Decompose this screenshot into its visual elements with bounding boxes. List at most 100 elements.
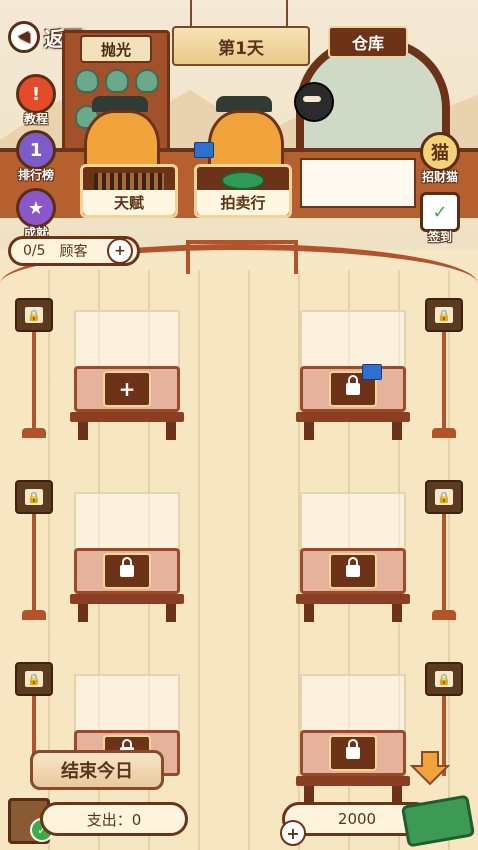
display-slot-4[interactable] — [296, 492, 410, 622]
customer-counter: 0/5 顾客 + — [8, 236, 140, 266]
display-slot-6[interactable] — [296, 674, 410, 804]
pedestal: + — [74, 366, 180, 412]
tutorial-label: 教程 — [23, 112, 48, 126]
jar-icon — [75, 69, 99, 93]
pedestal — [74, 548, 180, 594]
end-day-button[interactable]: 结束今日 — [30, 750, 164, 790]
pedestal — [300, 366, 406, 412]
lantern-foot — [22, 428, 46, 438]
table-top — [296, 594, 410, 604]
trophy-icon: 1 — [16, 130, 56, 170]
table-top — [70, 412, 184, 422]
exclamation-icon: ! — [16, 74, 56, 114]
banner-string — [190, 0, 192, 28]
table-leg — [304, 422, 314, 440]
table-top — [70, 594, 184, 604]
lantern-icon: 🔒 — [15, 480, 53, 514]
star-medal-icon: ★ — [16, 188, 56, 228]
expense-display: 支出：0 — [40, 802, 188, 836]
auction-button[interactable]: 拍卖行 — [194, 164, 292, 218]
glass-case — [74, 492, 180, 556]
lucky-cat-label: 招财猫 — [421, 170, 458, 184]
phone-icon — [194, 142, 214, 158]
ledger-paper — [300, 158, 416, 208]
lock-icon: 🔒 — [25, 307, 43, 323]
lock-icon: 🔒 — [435, 307, 453, 323]
display-slot-2[interactable] — [296, 310, 410, 440]
lantern-right-2: 🔒 — [425, 480, 463, 620]
lantern-left-2: 🔒 — [15, 480, 53, 620]
ninja-eyes — [303, 96, 321, 102]
table-leg — [392, 422, 402, 440]
calendar-check-icon: ✓ — [420, 192, 460, 232]
leaderboard-button[interactable]: 1 排行榜 — [4, 130, 68, 183]
lucky-cat-button[interactable]: 猫 招财猫 — [408, 132, 472, 185]
pedestal — [300, 548, 406, 594]
display-slot-3[interactable] — [70, 492, 184, 622]
glass-case — [300, 492, 406, 556]
day-banner: 第1天 — [172, 26, 310, 66]
tutorial-button[interactable]: ! 教程 — [4, 74, 68, 127]
back-arrow-icon: ◀ — [8, 21, 40, 53]
table-top — [296, 412, 410, 422]
pedestal — [300, 730, 406, 776]
lantern-pole — [32, 514, 36, 610]
jar-icon — [135, 69, 159, 93]
banner-string — [286, 0, 288, 28]
lantern-pole — [32, 332, 36, 428]
jade-icon — [221, 171, 265, 190]
warehouse-button[interactable]: 仓库 — [328, 26, 408, 58]
glass-case — [74, 310, 180, 374]
table-leg — [78, 604, 88, 622]
customer-label: 顾客 — [59, 244, 88, 260]
talent-label: 天赋 — [83, 190, 175, 215]
lock-icon — [329, 735, 377, 771]
ninja-avatar — [294, 82, 334, 122]
display-slot-1[interactable]: + — [70, 310, 184, 440]
glass-case — [74, 674, 180, 738]
checkin-label: 签到 — [427, 230, 452, 244]
abacus-icon — [94, 173, 164, 190]
lock-icon: 🔒 — [435, 671, 453, 687]
lantern-foot — [432, 428, 456, 438]
lantern-left-1: 🔒 — [15, 298, 53, 438]
add-money-button[interactable]: + — [280, 820, 306, 846]
leaderboard-label: 排行榜 — [17, 168, 54, 182]
lantern-icon: 🔒 — [15, 662, 53, 696]
lock-icon: 🔒 — [25, 489, 43, 505]
jar-icon — [105, 69, 129, 93]
checkin-button[interactable]: ✓ 签到 — [408, 192, 472, 245]
table-leg — [166, 422, 176, 440]
glass-case — [300, 674, 406, 738]
lantern-icon: 🔒 — [425, 480, 463, 514]
lantern-icon: 🔒 — [15, 298, 53, 332]
lock-icon: 🔒 — [435, 489, 453, 505]
glass-case — [300, 310, 406, 374]
lock-icon — [103, 553, 151, 589]
down-arrow-icon[interactable] — [410, 750, 450, 786]
lock-icon — [329, 553, 377, 589]
lantern-pole — [442, 332, 446, 428]
video-ad-icon — [362, 364, 382, 380]
lantern-pole — [442, 514, 446, 610]
table-leg — [78, 422, 88, 440]
lock-icon: 🔒 — [25, 671, 43, 687]
table-leg — [166, 604, 176, 622]
auction-label: 拍卖行 — [197, 190, 289, 215]
add-customer-button[interactable]: + — [107, 238, 133, 264]
lucky-cat-icon: 猫 — [420, 132, 460, 172]
table-leg — [304, 604, 314, 622]
lantern-icon: 🔒 — [425, 662, 463, 696]
lantern-foot — [22, 610, 46, 620]
achievement-button[interactable]: ★ 成就 — [4, 188, 68, 241]
table-top — [296, 776, 410, 786]
talent-button[interactable]: 天赋 — [80, 164, 178, 218]
customer-count: 0/5 — [23, 243, 46, 259]
lantern-icon: 🔒 — [425, 298, 463, 332]
lantern-right-1: 🔒 — [425, 298, 463, 438]
table-leg — [392, 604, 402, 622]
polish-sign[interactable]: 抛光 — [80, 35, 152, 63]
add-item-icon[interactable]: + — [103, 371, 151, 407]
lantern-foot — [432, 610, 456, 620]
railing — [186, 240, 298, 274]
